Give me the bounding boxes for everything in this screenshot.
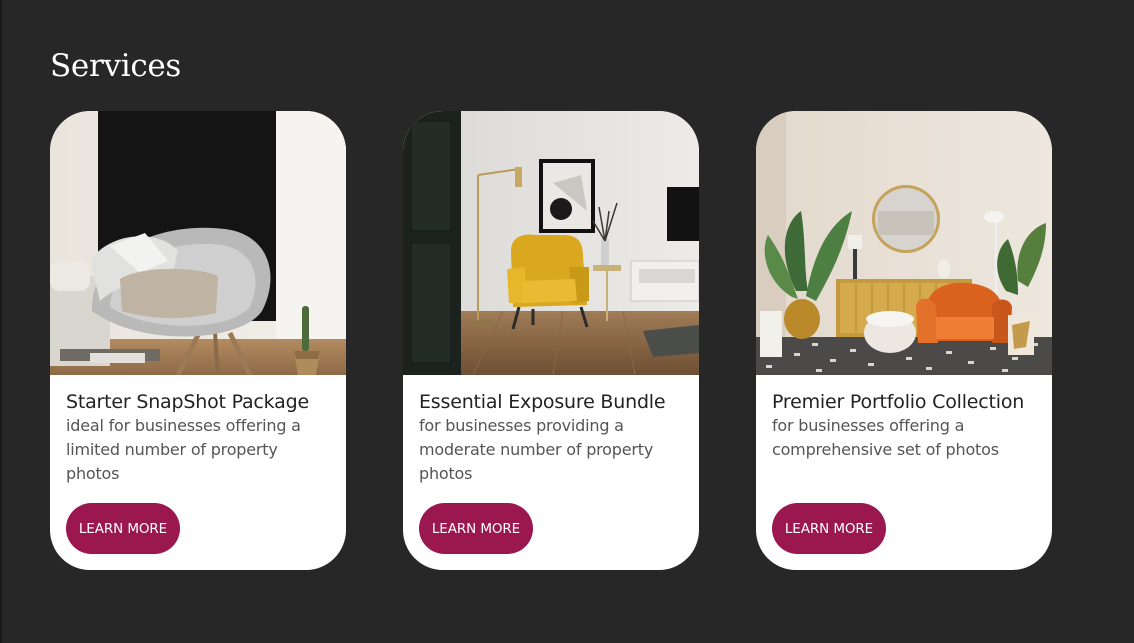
orange-armchair-living-room-image xyxy=(756,111,1052,375)
card-title: Starter SnapShot Package xyxy=(66,391,309,413)
section-title: Services xyxy=(50,48,182,84)
card-description: for businesses providing a moderate numb… xyxy=(419,416,654,483)
service-card-essential: Essential Exposure Bundle for businesses… xyxy=(403,111,699,570)
learn-more-button[interactable]: LEARN MORE xyxy=(419,503,533,554)
services-card-list: Starter SnapShot Package ideal for busin… xyxy=(50,111,1060,571)
card-body: Premier Portfolio Collection for busines… xyxy=(772,390,1040,462)
card-description: ideal for businesses offering a limited … xyxy=(66,416,301,483)
service-card-premier: Premier Portfolio Collection for busines… xyxy=(756,111,1052,570)
learn-more-button[interactable]: LEARN MORE xyxy=(66,503,180,554)
card-description: for businesses offering a comprehensive … xyxy=(772,416,999,459)
card-title: Premier Portfolio Collection xyxy=(772,391,1025,413)
card-body: Starter SnapShot Package ideal for busin… xyxy=(66,390,334,486)
card-body: Essential Exposure Bundle for businesses… xyxy=(419,390,687,486)
card-title: Essential Exposure Bundle xyxy=(419,391,666,413)
page-left-edge xyxy=(0,0,2,643)
yellow-armchair-room-image xyxy=(403,111,699,375)
service-card-starter: Starter SnapShot Package ideal for busin… xyxy=(50,111,346,570)
grey-chair-room-image xyxy=(50,111,346,375)
learn-more-button[interactable]: LEARN MORE xyxy=(772,503,886,554)
